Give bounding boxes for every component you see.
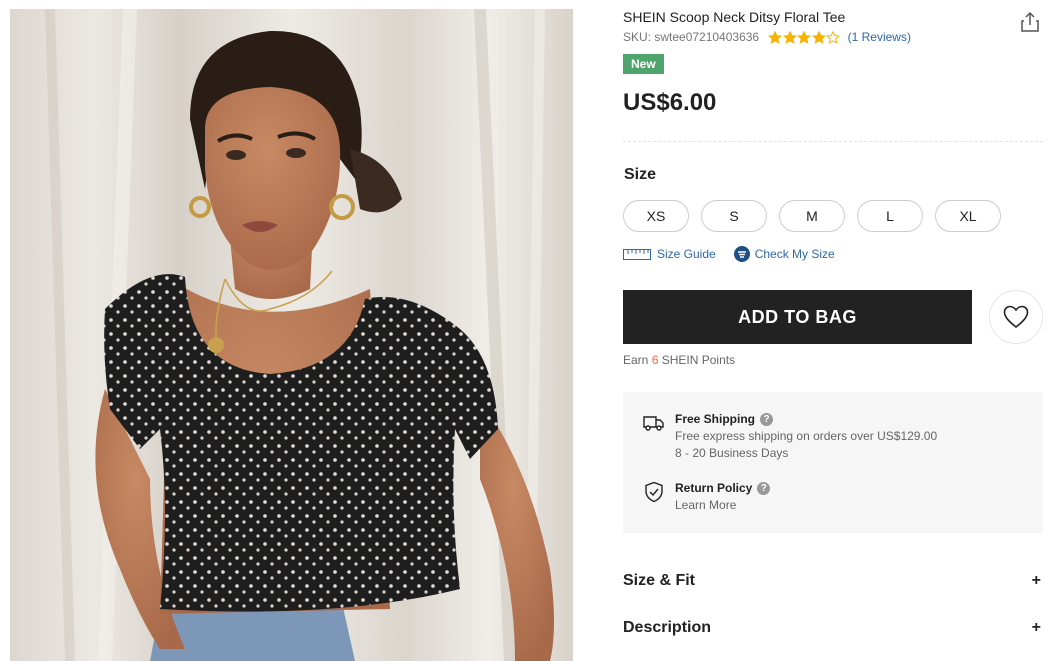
share-icon[interactable] xyxy=(1019,11,1041,33)
product-info-panel: SHEIN Scoop Neck Ditsy Floral Tee SKU: s… xyxy=(623,0,1043,661)
truck-icon xyxy=(643,416,664,431)
product-price: US$6.00 xyxy=(623,89,717,116)
check-my-size-link[interactable]: Check My Size xyxy=(716,246,835,262)
return-policy-row: Return Policy ? Learn More xyxy=(643,480,771,514)
size-option-m[interactable]: M xyxy=(779,200,845,232)
star-empty-icon xyxy=(826,30,841,44)
expand-icon: + xyxy=(1031,619,1041,636)
size-guide-link[interactable]: Size Guide xyxy=(623,247,716,261)
shipping-box: Free Shipping ? Free express shipping on… xyxy=(623,392,1043,533)
size-fit-label: Size & Fit xyxy=(623,572,696,589)
shield-check-icon xyxy=(645,481,663,503)
star-filled-icon xyxy=(782,30,797,44)
description-label: Description xyxy=(623,619,712,636)
size-fit-accordion[interactable]: Size & Fit + xyxy=(623,572,1043,590)
heart-icon xyxy=(1003,305,1029,329)
free-shipping-title: Free Shipping xyxy=(675,412,756,426)
shipping-help-icon[interactable]: ? xyxy=(760,413,774,426)
points-info: Earn 6 SHEIN Points xyxy=(623,353,735,367)
product-image[interactable] xyxy=(10,9,573,661)
size-tools: Size Guide Check My Size xyxy=(623,246,835,262)
size-option-xs[interactable]: XS xyxy=(623,200,689,232)
points-count: 6 xyxy=(651,353,659,367)
return-policy-title: Return Policy xyxy=(675,481,753,495)
rating-stars xyxy=(768,30,841,44)
learn-more-link[interactable]: Learn More xyxy=(675,497,770,514)
free-shipping-row: Free Shipping ? Free express shipping on… xyxy=(643,411,937,462)
points-suffix: SHEIN Points xyxy=(661,353,736,367)
description-accordion[interactable]: Description + xyxy=(623,619,1043,637)
check-my-size-label: Check My Size xyxy=(754,247,835,261)
hanger-icon xyxy=(733,246,750,262)
wishlist-button[interactable] xyxy=(989,290,1043,344)
size-option-s[interactable]: S xyxy=(701,200,767,232)
shipping-threshold-text: Free express shipping on orders over US$… xyxy=(675,429,938,443)
add-to-bag-button[interactable]: ADD TO BAG xyxy=(623,290,972,344)
points-prefix: Earn xyxy=(623,353,649,367)
product-title: SHEIN Scoop Neck Ditsy Floral Tee xyxy=(623,9,846,25)
size-label: Size xyxy=(624,166,657,183)
size-option-l[interactable]: L xyxy=(857,200,923,232)
ruler-icon xyxy=(623,248,651,260)
return-help-icon[interactable]: ? xyxy=(757,482,771,495)
star-filled-icon xyxy=(797,30,812,44)
divider xyxy=(623,141,1043,142)
size-guide-label: Size Guide xyxy=(657,247,716,261)
star-filled-icon xyxy=(811,30,826,44)
size-option-xl[interactable]: XL xyxy=(935,200,1001,232)
sku-label: SKU: swtee07210403636 xyxy=(623,30,760,44)
product-meta: SKU: swtee07210403636 (1 Reviews) xyxy=(623,30,911,44)
expand-icon: + xyxy=(1031,572,1041,589)
new-badge: New xyxy=(623,54,664,74)
shipping-days-text: 8 - 20 Business Days xyxy=(675,446,789,460)
reviews-link[interactable]: (1 Reviews) xyxy=(848,30,911,44)
star-filled-icon xyxy=(768,30,783,44)
size-options: XS S M L XL xyxy=(623,200,1001,232)
